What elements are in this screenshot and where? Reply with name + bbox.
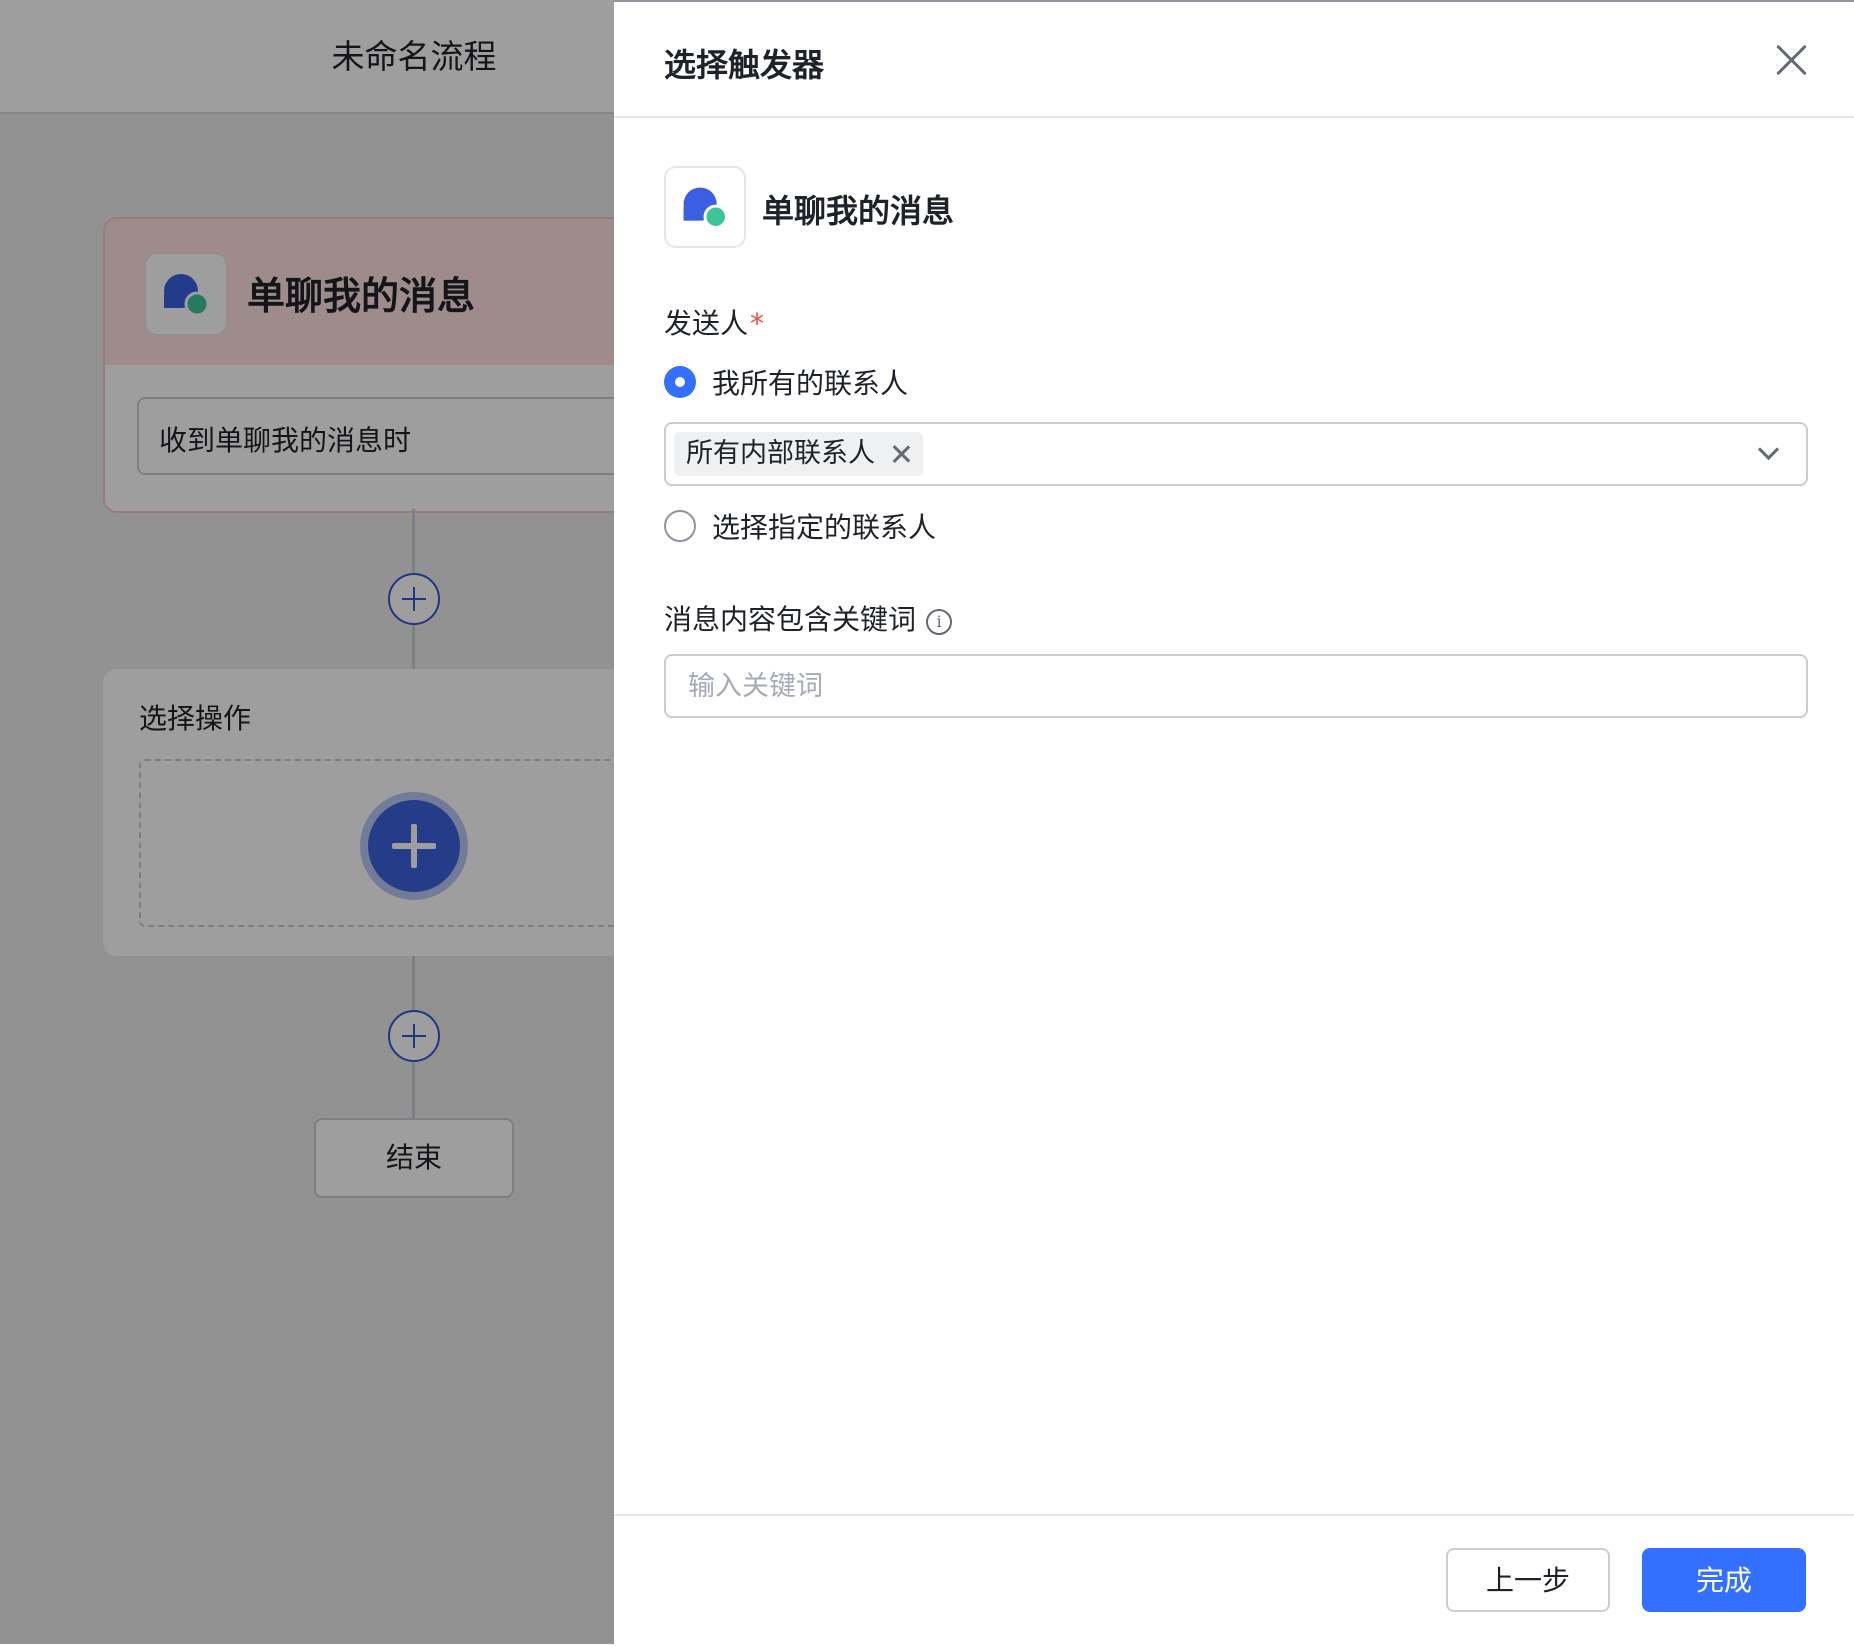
keywords-label: 消息内容包含关键词 i <box>664 598 953 638</box>
sender-label-text: 发送人 <box>664 307 749 340</box>
radio-specific-contacts[interactable]: 选择指定的联系人 <box>664 506 984 546</box>
done-button[interactable]: 完成 <box>1642 1548 1806 1612</box>
prev-button[interactable]: 上一步 <box>1446 1548 1610 1612</box>
selected-trigger-name: 单聊我的消息 <box>762 192 955 230</box>
contacts-select[interactable]: 所有内部联系人 <box>664 422 1808 486</box>
keywords-label-text: 消息内容包含关键词 <box>664 603 917 636</box>
radio-specific-contacts-label: 选择指定的联系人 <box>712 511 937 544</box>
drawer-header: 选择触发器 <box>614 2 1854 118</box>
modal-overlay[interactable] <box>0 0 614 1644</box>
info-icon[interactable]: i <box>926 609 953 635</box>
flow-canvas: 未命名流程 单聊我的消息 收到单聊我的消息时 选择操作 结束 <box>0 0 614 1644</box>
radio-checked-icon[interactable] <box>664 366 696 398</box>
selected-tag: 所有内部联系人 <box>674 432 923 476</box>
selected-tag-label: 所有内部联系人 <box>686 438 875 469</box>
sender-label: 发送人* <box>664 302 764 342</box>
chevron-down-icon[interactable] <box>1758 442 1778 462</box>
keywords-input[interactable] <box>664 654 1808 718</box>
trigger-drawer: 选择触发器 单聊我的消息 发送人* 我所有的联系人 所有内部联系人 选择指定的联… <box>614 0 1854 1644</box>
drawer-title: 选择触发器 <box>664 46 825 84</box>
radio-all-contacts-label: 我所有的联系人 <box>712 367 909 400</box>
close-icon[interactable] <box>1764 32 1820 88</box>
tag-remove-icon[interactable] <box>891 444 911 464</box>
required-mark: * <box>750 307 765 340</box>
radio-unchecked-icon[interactable] <box>664 510 696 542</box>
radio-all-contacts[interactable]: 我所有的联系人 <box>664 362 964 402</box>
drawer-footer: 上一步 完成 <box>614 1514 1854 1646</box>
chat-bubbles-icon <box>664 166 746 248</box>
